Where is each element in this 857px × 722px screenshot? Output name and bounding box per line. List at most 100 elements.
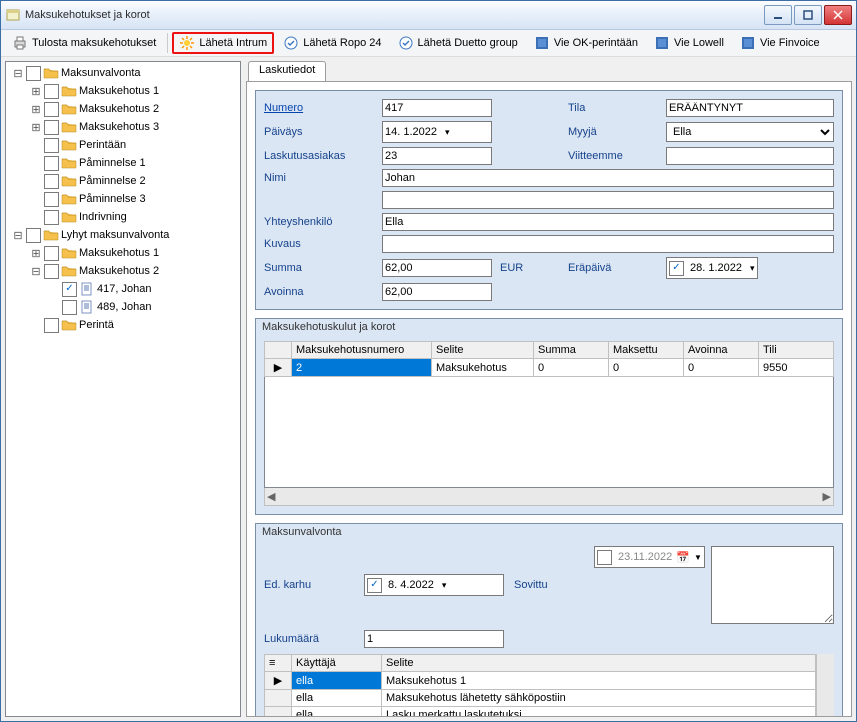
- table-header[interactable]: Summa: [534, 342, 609, 359]
- tree-checkbox[interactable]: [44, 120, 59, 135]
- tree-node[interactable]: ⊞Maksukehotus 2: [6, 100, 240, 118]
- tree-checkbox[interactable]: [44, 264, 59, 279]
- tree-checkbox[interactable]: [44, 138, 59, 153]
- toolbar-intrum-button[interactable]: Lähetä Intrum: [172, 32, 274, 54]
- tree-node[interactable]: ⊞Maksukehotus 1: [6, 244, 240, 262]
- input-laskutusasiakas[interactable]: [382, 147, 492, 165]
- tree-expander[interactable]: ⊟: [10, 67, 26, 80]
- input-numero[interactable]: [382, 99, 492, 117]
- cell[interactable]: Maksukehotus 1: [382, 672, 816, 690]
- tree-checkbox[interactable]: [44, 156, 59, 171]
- tree-checkbox[interactable]: [62, 300, 77, 315]
- select-myyja[interactable]: Ella: [666, 122, 834, 142]
- kulut-table[interactable]: MaksukehotusnumeroSeliteSummaMaksettuAvo…: [264, 341, 834, 377]
- table-header[interactable]: Avoinna: [684, 342, 759, 359]
- tree-node[interactable]: 489, Johan: [6, 298, 240, 316]
- checkbox-sovittu[interactable]: [597, 550, 612, 565]
- date-erapaiva[interactable]: 28. 1.2022: [666, 257, 758, 279]
- tree-checkbox[interactable]: [26, 228, 41, 243]
- cell[interactable]: 9550: [759, 359, 834, 377]
- cell[interactable]: ella: [292, 707, 382, 718]
- tree-expander[interactable]: ⊞: [28, 103, 44, 116]
- tree-expander[interactable]: ⊞: [28, 85, 44, 98]
- tab-laskutiedot[interactable]: Laskutiedot: [248, 61, 326, 81]
- tree-expander[interactable]: ⊞: [28, 121, 44, 134]
- tree-checkbox[interactable]: [62, 282, 77, 297]
- table-header[interactable]: Selite: [382, 655, 816, 672]
- toolbar-ropo-button[interactable]: Lähetä Ropo 24: [276, 32, 388, 54]
- tree-node[interactable]: ⊟Maksunvalvonta: [6, 64, 240, 82]
- table-header[interactable]: Käyttäjä: [292, 655, 382, 672]
- input-nimi2[interactable]: [382, 191, 834, 209]
- table-header[interactable]: Maksukehotusnumero: [292, 342, 432, 359]
- tree-node[interactable]: ⊟Maksukehotus 2: [6, 262, 240, 280]
- input-nimi[interactable]: [382, 169, 834, 187]
- table-header[interactable]: [265, 342, 292, 359]
- table-row[interactable]: ▶ellaMaksukehotus 1: [265, 672, 816, 690]
- table-header[interactable]: Tili: [759, 342, 834, 359]
- kulut-hscroll[interactable]: ◀▶: [264, 488, 834, 506]
- table-row[interactable]: ellaMaksukehotus lähetetty sähköpostiin: [265, 690, 816, 707]
- tree-node[interactable]: Perintä: [6, 316, 240, 334]
- tree-expander[interactable]: ⊞: [28, 247, 44, 260]
- tree-node[interactable]: ⊞Maksukehotus 1: [6, 82, 240, 100]
- tree-checkbox[interactable]: [44, 210, 59, 225]
- cell[interactable]: 0: [609, 359, 684, 377]
- tree-checkbox[interactable]: [44, 174, 59, 189]
- label-numero[interactable]: Numero: [264, 102, 374, 114]
- cell[interactable]: 2: [292, 359, 432, 377]
- table-header[interactable]: Maksettu: [609, 342, 684, 359]
- cell[interactable]: Maksukehotus lähetetty sähköpostiin: [382, 690, 816, 707]
- tree-checkbox[interactable]: [44, 102, 59, 117]
- cell[interactable]: ella: [292, 672, 382, 690]
- cell[interactable]: Lasku merkattu laskutetuksi.: [382, 707, 816, 718]
- input-avoinna[interactable]: [382, 283, 492, 301]
- input-kuvaus[interactable]: [382, 235, 834, 253]
- minimize-button[interactable]: [764, 5, 792, 25]
- tree-node[interactable]: ⊞Maksukehotus 3: [6, 118, 240, 136]
- memo-sovittu[interactable]: [711, 546, 834, 624]
- cell[interactable]: 0: [684, 359, 759, 377]
- date-paivays[interactable]: 14. 1.2022: [382, 121, 492, 143]
- cell[interactable]: 0: [534, 359, 609, 377]
- table-row[interactable]: ellaLasku merkattu laskutetuksi.: [265, 707, 816, 718]
- tree-node[interactable]: Perintään: [6, 136, 240, 154]
- maximize-button[interactable]: [794, 5, 822, 25]
- input-lukumaara[interactable]: [364, 630, 504, 648]
- date-edkarhu[interactable]: 8. 4.2022: [364, 574, 504, 596]
- tree-checkbox[interactable]: [44, 192, 59, 207]
- tree-expander[interactable]: ⊟: [28, 265, 44, 278]
- input-summa[interactable]: [382, 259, 492, 277]
- checkbox-erapaiva[interactable]: [669, 261, 684, 276]
- tree-node[interactable]: Indrivning: [6, 208, 240, 226]
- tree-node[interactable]: Påminnelse 2: [6, 172, 240, 190]
- tree-checkbox[interactable]: [26, 66, 41, 81]
- date-sovittu[interactable]: 23.11.2022📅▼: [594, 546, 705, 568]
- tree-view[interactable]: ⊟Maksunvalvonta⊞Maksukehotus 1⊞Maksukeho…: [5, 61, 241, 717]
- table-header[interactable]: Selite: [432, 342, 534, 359]
- toolbar-finv-button[interactable]: Vie Finvoice: [733, 32, 827, 54]
- close-button[interactable]: [824, 5, 852, 25]
- tree-node[interactable]: ⊟Lyhyt maksunvalvonta: [6, 226, 240, 244]
- cell[interactable]: ella: [292, 690, 382, 707]
- tree-checkbox[interactable]: [44, 84, 59, 99]
- calendar-icon[interactable]: 📅: [676, 551, 690, 564]
- table-row[interactable]: ▶2Maksukehotus0009550: [265, 359, 834, 377]
- log-table[interactable]: ≡KäyttäjäSelite ▶ellaMaksukehotus 1ellaM…: [264, 654, 816, 717]
- checkbox-edkarhu[interactable]: [367, 578, 382, 593]
- tree-node[interactable]: 417, Johan: [6, 280, 240, 298]
- input-yhteyshenkilo[interactable]: [382, 213, 834, 231]
- tree-checkbox[interactable]: [44, 246, 59, 261]
- toolbar-duetto-button[interactable]: Lähetä Duetto group: [391, 32, 525, 54]
- tree-node[interactable]: Påminnelse 3: [6, 190, 240, 208]
- toolbar-lowell-button[interactable]: Vie Lowell: [647, 32, 731, 54]
- cell[interactable]: Maksukehotus: [432, 359, 534, 377]
- input-viitteemme[interactable]: [666, 147, 834, 165]
- log-vscroll[interactable]: [816, 654, 834, 717]
- toolbar-ok-button[interactable]: Vie OK-perintään: [527, 32, 645, 54]
- tree-node[interactable]: Påminnelse 1: [6, 154, 240, 172]
- tree-expander[interactable]: ⊟: [10, 229, 26, 242]
- tree-checkbox[interactable]: [44, 318, 59, 333]
- toolbar-print-button[interactable]: Tulosta maksukehotukset: [5, 32, 163, 54]
- table-menu-header[interactable]: ≡: [265, 655, 292, 672]
